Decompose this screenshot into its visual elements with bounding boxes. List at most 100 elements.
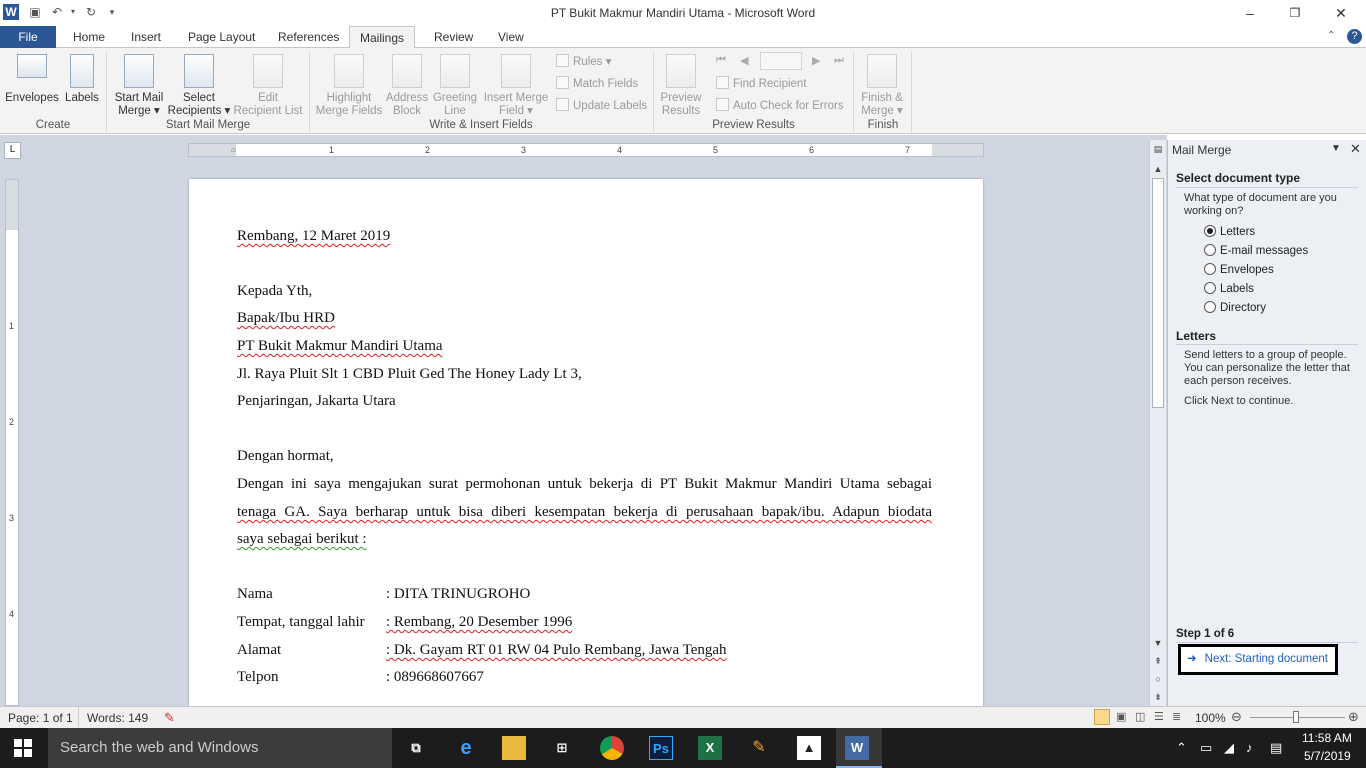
power-icon[interactable]: ▭ bbox=[1200, 740, 1212, 756]
auto-check-errors-button[interactable]: Auto Check for Errors bbox=[716, 98, 844, 114]
vertical-scrollbar[interactable]: ▤ ▲ ▼ ⇞ ○ ⇟ bbox=[1149, 140, 1166, 706]
field-label-phone[interactable]: Telpon bbox=[237, 669, 278, 686]
radio-email-messages[interactable]: E-mail messages bbox=[1204, 243, 1308, 259]
next-page-icon[interactable]: ⇟ bbox=[1152, 690, 1164, 704]
tab-insert[interactable]: Insert bbox=[121, 26, 171, 48]
greeting-line-button[interactable]: Greeting Line bbox=[430, 54, 480, 118]
zoom-in-icon[interactable]: ⊕ bbox=[1348, 709, 1359, 725]
rules-button[interactable]: Rules ▾ bbox=[556, 54, 611, 70]
zoom-level[interactable]: 100% bbox=[1195, 711, 1226, 725]
close-button[interactable]: ✕ bbox=[1318, 0, 1364, 26]
select-recipients-button[interactable]: Select Recipients ▾ bbox=[166, 54, 232, 118]
letter-recipient-heading[interactable]: Kepada Yth, bbox=[237, 283, 312, 300]
document-page[interactable]: Rembang, 12 Maret 2019 Kepada Yth, Bapak… bbox=[189, 179, 983, 709]
page-count[interactable]: Page: 1 of 1 bbox=[8, 711, 73, 725]
last-record-icon[interactable]: ⏭ bbox=[834, 54, 844, 67]
field-value-name[interactable]: : DITA TRINUGROHO bbox=[386, 586, 530, 603]
letter-address-line-1[interactable]: Jl. Raya Pluit Slt 1 CBD Pluit Ged The H… bbox=[237, 366, 582, 383]
clock-time[interactable]: 11:58 AM bbox=[1302, 731, 1352, 745]
scrollbar-thumb[interactable] bbox=[1152, 178, 1164, 408]
letter-date[interactable]: Rembang, 12 Maret 2019 bbox=[237, 228, 390, 245]
indent-marker-icon[interactable]: ⌂ bbox=[231, 145, 236, 154]
envelopes-button[interactable]: Envelopes bbox=[4, 54, 60, 105]
tab-file[interactable]: File bbox=[0, 26, 56, 48]
full-screen-reading-icon[interactable]: ▣ bbox=[1116, 710, 1126, 723]
radio-directory[interactable]: Directory bbox=[1204, 300, 1266, 316]
tab-references[interactable]: References bbox=[268, 26, 349, 48]
scroll-up-icon[interactable]: ▲ bbox=[1152, 162, 1164, 176]
field-value-phone[interactable]: : 089668607667 bbox=[386, 669, 484, 686]
find-recipient-button[interactable]: Find Recipient bbox=[716, 76, 807, 92]
chrome-icon[interactable] bbox=[600, 736, 624, 760]
insert-merge-field-button[interactable]: Insert Merge Field ▾ bbox=[481, 54, 551, 118]
field-value-birth[interactable]: : Rembang, 20 Desember 1996 bbox=[386, 614, 572, 631]
field-label-birth[interactable]: Tempat, tanggal lahir bbox=[237, 614, 365, 631]
update-labels-button[interactable]: Update Labels bbox=[556, 98, 647, 114]
photos-icon[interactable]: ▲ bbox=[797, 736, 821, 760]
network-icon[interactable]: ◢ bbox=[1224, 740, 1234, 756]
next-starting-document-link[interactable]: ➜ Next: Starting document bbox=[1178, 644, 1338, 675]
zoom-slider-thumb[interactable] bbox=[1293, 711, 1299, 723]
scroll-down-icon[interactable]: ▼ bbox=[1152, 636, 1164, 650]
radio-envelopes[interactable]: Envelopes bbox=[1204, 262, 1274, 278]
field-label-address[interactable]: Alamat bbox=[237, 642, 281, 659]
first-record-icon[interactable]: ⏮ bbox=[716, 54, 726, 67]
word-count[interactable]: Words: 149 bbox=[87, 711, 148, 725]
restore-button[interactable]: ❐ bbox=[1272, 0, 1318, 26]
highlight-merge-fields-button[interactable]: Highlight Merge Fields bbox=[313, 54, 385, 118]
preview-results-button[interactable]: Preview Results bbox=[656, 54, 706, 118]
tab-view[interactable]: View bbox=[488, 26, 534, 48]
tab-home[interactable]: Home bbox=[63, 26, 115, 48]
store-icon[interactable]: ⊞ bbox=[550, 736, 574, 760]
match-fields-button[interactable]: Match Fields bbox=[556, 76, 638, 92]
action-center-icon[interactable]: ▤ bbox=[1270, 740, 1282, 756]
taskbar-search-box[interactable]: Search the web and Windows bbox=[48, 728, 392, 768]
collapse-ribbon-icon[interactable]: ⌃ bbox=[1327, 30, 1335, 41]
print-layout-view-icon[interactable] bbox=[1094, 709, 1110, 725]
pane-options-icon[interactable]: ▼ bbox=[1331, 143, 1341, 154]
proofing-errors-icon[interactable]: ✎ bbox=[164, 710, 175, 726]
paint-icon[interactable]: ✎ bbox=[747, 736, 771, 760]
horizontal-ruler[interactable]: ⌂ 1 2 3 4 5 6 7 bbox=[188, 143, 984, 157]
tray-overflow-icon[interactable]: ⌃ bbox=[1176, 740, 1187, 756]
clock-date[interactable]: 5/7/2019 bbox=[1304, 749, 1351, 763]
letter-company[interactable]: PT Bukit Makmur Mandiri Utama bbox=[237, 338, 443, 355]
field-label-name[interactable]: Nama bbox=[237, 586, 273, 603]
letter-paragraph-line-3[interactable]: saya sebagai berikut : bbox=[237, 531, 367, 548]
web-layout-icon[interactable]: ◫ bbox=[1135, 710, 1145, 723]
photoshop-icon[interactable]: Ps bbox=[649, 736, 673, 760]
start-mail-merge-button[interactable]: Start Mail Merge ▾ bbox=[110, 54, 168, 118]
record-number-input[interactable] bbox=[760, 52, 802, 70]
letter-recipient-hrd[interactable]: Bapak/Ibu HRD bbox=[237, 310, 335, 327]
tab-review[interactable]: Review bbox=[424, 26, 483, 48]
radio-letters[interactable]: Letters bbox=[1204, 224, 1255, 240]
letter-greeting[interactable]: Dengan hormat, bbox=[237, 448, 334, 465]
finish-merge-button[interactable]: Finish & Merge ▾ bbox=[856, 54, 908, 118]
pane-close-icon[interactable]: ✕ bbox=[1350, 141, 1361, 157]
windows-start-icon[interactable] bbox=[14, 739, 32, 757]
edit-recipient-list-button[interactable]: Edit Recipient List bbox=[232, 54, 304, 118]
letter-paragraph-line-2[interactable]: tenaga GA. Saya berharap untuk bisa dibe… bbox=[237, 504, 932, 521]
minimize-button[interactable]: – bbox=[1227, 0, 1273, 26]
browse-object-icon[interactable]: ○ bbox=[1152, 672, 1164, 686]
letter-paragraph-line-1[interactable]: Dengan ini saya mengajukan surat permoho… bbox=[237, 476, 932, 493]
radio-labels[interactable]: Labels bbox=[1204, 281, 1254, 297]
file-explorer-icon[interactable] bbox=[502, 736, 526, 760]
volume-icon[interactable]: ♪ bbox=[1246, 740, 1253, 755]
address-block-button[interactable]: Address Block bbox=[385, 54, 429, 118]
letter-address-line-2[interactable]: Penjaringan, Jakarta Utara bbox=[237, 393, 396, 410]
task-view-icon[interactable]: ⧉ bbox=[404, 736, 428, 760]
previous-page-icon[interactable]: ⇞ bbox=[1152, 654, 1164, 668]
tab-selector[interactable]: L bbox=[4, 142, 21, 159]
ruler-toggle-icon[interactable]: ▤ bbox=[1152, 142, 1164, 156]
zoom-out-icon[interactable]: ⊖ bbox=[1231, 709, 1242, 725]
next-record-icon[interactable]: ▶ bbox=[812, 54, 820, 67]
vertical-ruler[interactable]: 1 2 3 4 bbox=[5, 179, 19, 706]
help-icon[interactable]: ? bbox=[1347, 29, 1362, 44]
excel-icon[interactable]: X bbox=[698, 736, 722, 760]
draft-view-icon[interactable]: ≣ bbox=[1172, 710, 1181, 723]
labels-button[interactable]: Labels bbox=[62, 54, 102, 105]
tab-mailings[interactable]: Mailings bbox=[349, 26, 416, 49]
edge-browser-icon[interactable]: e bbox=[454, 736, 478, 760]
previous-record-icon[interactable]: ◀ bbox=[740, 54, 748, 67]
